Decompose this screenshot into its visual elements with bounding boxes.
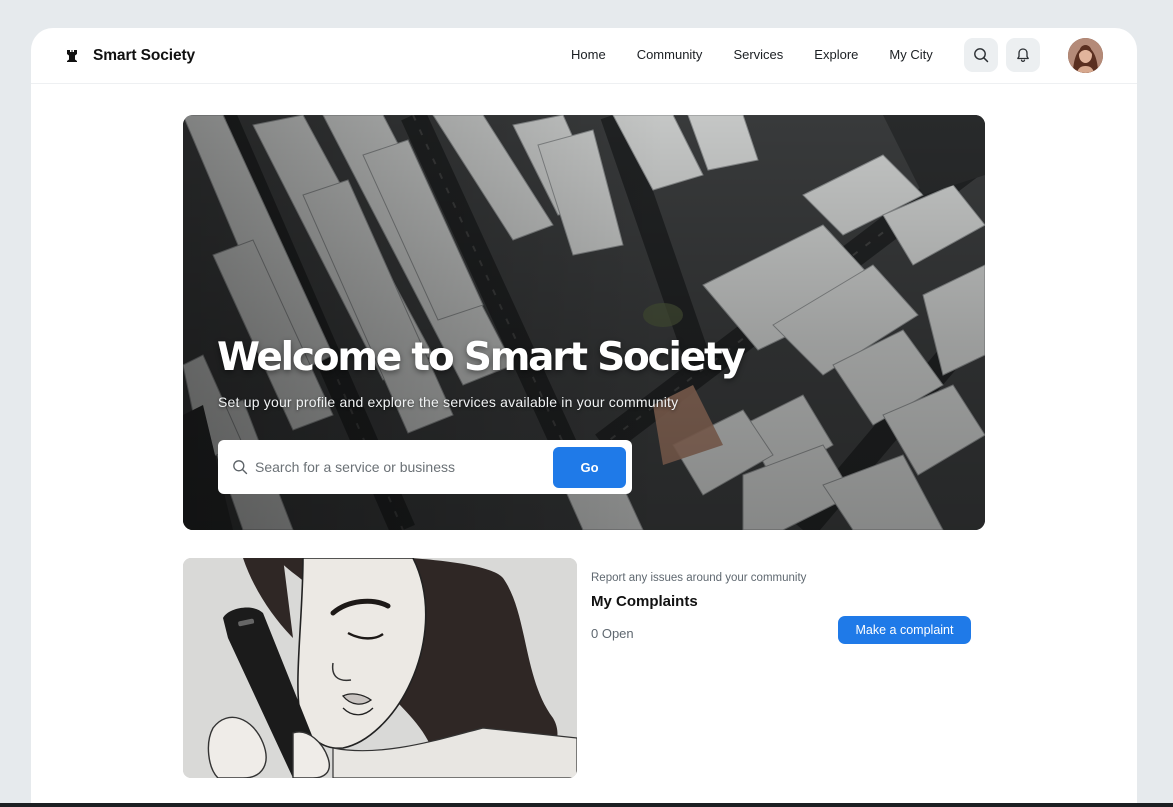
hero-banner: Welcome to Smart Society Set up your pro…: [183, 115, 985, 530]
header-search-button[interactable]: [964, 38, 998, 72]
open-complaints-count: 0 Open: [591, 626, 634, 641]
notifications-button[interactable]: [1006, 38, 1040, 72]
search-icon: [233, 460, 248, 475]
hero-title: Welcome to Smart Society: [217, 335, 746, 380]
search-icon: [974, 48, 989, 63]
complaints-title: My Complaints: [591, 593, 698, 610]
hero-subtitle: Set up your profile and explore the serv…: [218, 394, 679, 410]
main-nav: Home Community Services Explore My City: [571, 47, 933, 62]
complaints-caption: Report any issues around your community: [591, 572, 807, 584]
woman-phone-illustration: [183, 558, 577, 778]
brand-name: Smart Society: [93, 47, 196, 64]
service-search-box: Go: [218, 440, 632, 494]
make-complaint-button[interactable]: Make a complaint: [838, 616, 971, 644]
go-button[interactable]: Go: [553, 447, 626, 488]
service-search-input[interactable]: [255, 454, 545, 480]
avatar-image: [1068, 38, 1103, 73]
rook-icon: [67, 50, 77, 62]
app-window: Smart Society Home Community Services Ex…: [31, 28, 1137, 807]
top-navbar: Smart Society Home Community Services Ex…: [31, 28, 1137, 84]
nav-services[interactable]: Services: [733, 47, 783, 62]
user-avatar[interactable]: [1068, 38, 1103, 73]
nav-community[interactable]: Community: [637, 47, 703, 62]
brand[interactable]: Smart Society: [65, 47, 195, 65]
nav-my-city[interactable]: My City: [889, 47, 932, 62]
complaints-illustration: [183, 558, 577, 778]
nav-home[interactable]: Home: [571, 47, 606, 62]
bottom-edge: [0, 803, 1173, 807]
bell-icon: [1017, 48, 1029, 63]
nav-explore[interactable]: Explore: [814, 47, 858, 62]
